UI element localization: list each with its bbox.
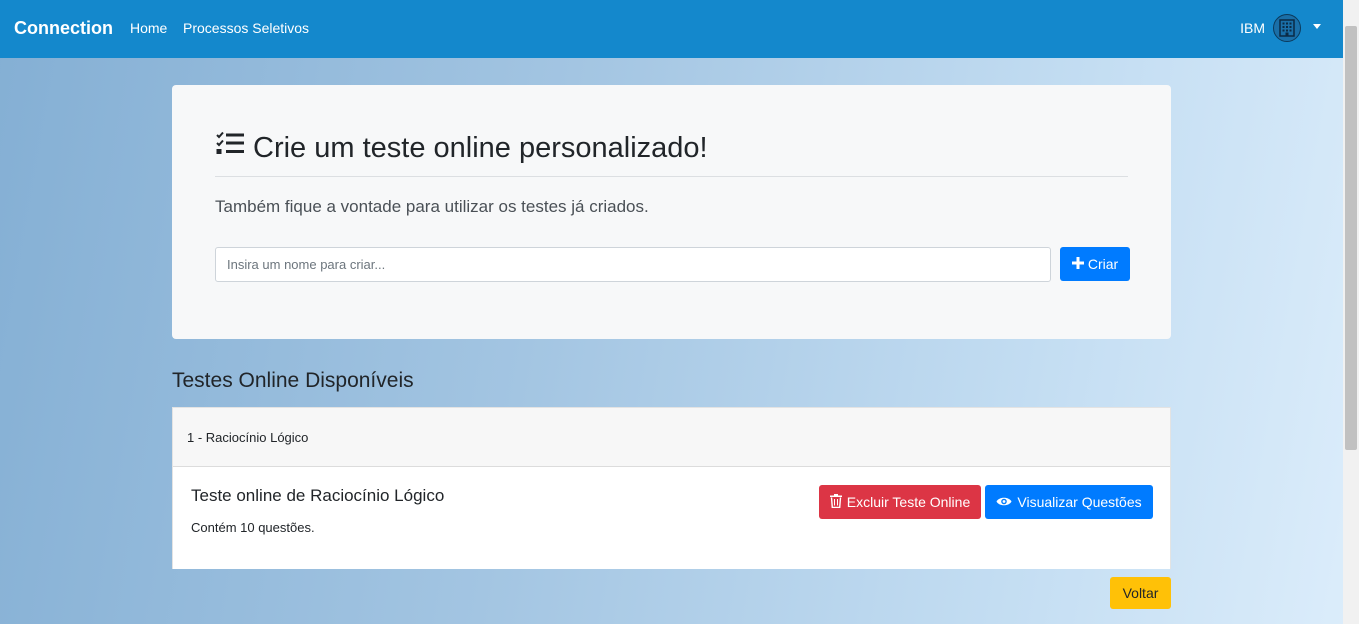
lead-text: Também fique a vontade para utilizar os …	[215, 197, 649, 216]
create-test-panel: Crie um teste online personalizado! Tamb…	[172, 85, 1171, 339]
card-title: Teste online de Raciocínio Lógico	[191, 486, 445, 505]
nav-link-home[interactable]: Home	[130, 20, 167, 36]
create-button[interactable]: Criar	[1060, 247, 1130, 281]
scrollbar[interactable]	[1343, 0, 1359, 624]
back-button[interactable]: Voltar	[1110, 577, 1171, 609]
page-title-text: Crie um teste online personalizado!	[253, 131, 708, 164]
view-questions-label: Visualizar Questões	[1017, 494, 1142, 510]
card-header: 1 - Raciocínio Lógico	[173, 408, 1170, 467]
test-card: 1 - Raciocínio Lógico Teste online de Ra…	[172, 407, 1171, 569]
create-button-label: Criar	[1087, 256, 1119, 272]
view-questions-button[interactable]: Visualizar Questões	[985, 485, 1153, 519]
nav-link-processos-seletivos[interactable]: Processos Seletivos	[183, 20, 309, 36]
user-name: IBM	[1240, 20, 1265, 36]
divider	[215, 176, 1128, 177]
section-title: Testes Online Disponíveis	[172, 369, 414, 392]
user-menu[interactable]: IBM	[1240, 14, 1321, 42]
delete-test-label: Excluir Teste Online	[846, 494, 971, 510]
page-title: Crie um teste online personalizado!	[215, 131, 708, 165]
navbar: Connection Home Processos Seletivos IBM	[0, 0, 1343, 58]
building-avatar-icon	[1273, 14, 1301, 42]
test-name-input[interactable]	[215, 247, 1051, 282]
brand-link[interactable]: Connection	[14, 18, 113, 39]
tasks-icon	[215, 131, 245, 165]
plus-icon	[1071, 256, 1084, 272]
chevron-down-icon	[1313, 23, 1321, 29]
trash-icon	[829, 493, 842, 511]
card-text: Contém 10 questões.	[191, 520, 315, 535]
eye-icon	[996, 494, 1012, 510]
scrollbar-thumb[interactable]	[1345, 26, 1357, 450]
delete-test-button[interactable]: Excluir Teste Online	[819, 485, 981, 519]
